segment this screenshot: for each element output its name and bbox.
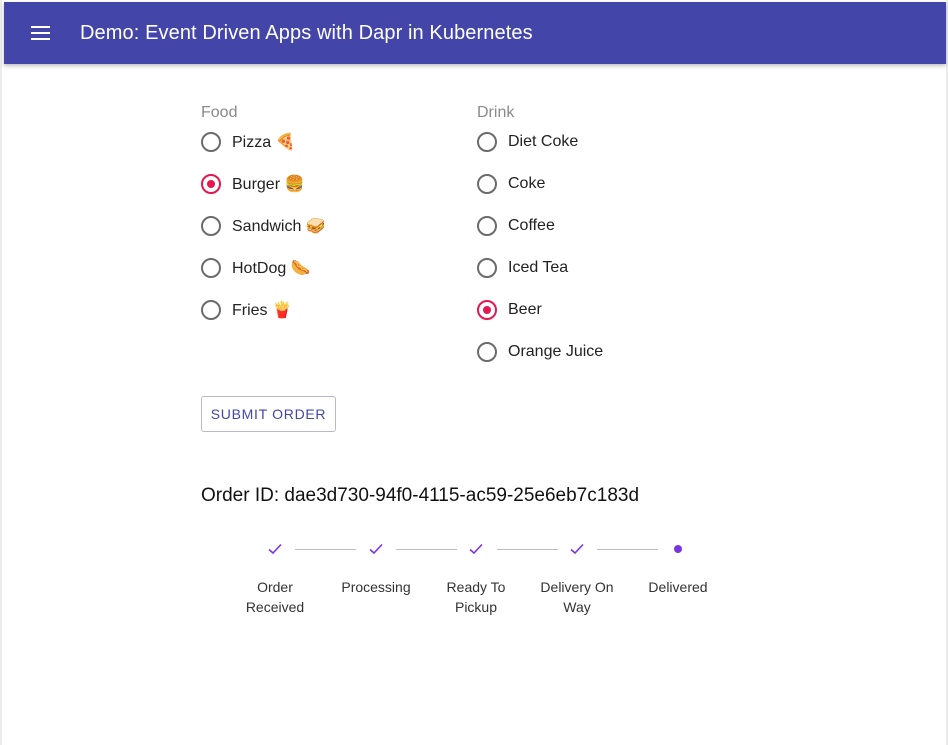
food-group-label: Food bbox=[201, 104, 238, 121]
step-label: Processing bbox=[341, 579, 411, 595]
drink-option-coffee[interactable]: Coffee bbox=[477, 212, 555, 240]
step-connector bbox=[396, 549, 457, 550]
food-option-label: Burger 🍔 bbox=[232, 176, 305, 193]
food-option-label: Sandwich 🥪 bbox=[232, 218, 326, 235]
food-option-hotdog[interactable]: HotDog 🌭 bbox=[201, 254, 311, 282]
check-icon bbox=[265, 539, 285, 559]
check-icon bbox=[466, 539, 486, 559]
drink-option-diet-coke[interactable]: Diet Coke bbox=[477, 128, 578, 156]
step-label: Delivery On Way bbox=[540, 579, 614, 615]
food-option-sandwich[interactable]: Sandwich 🥪 bbox=[201, 212, 326, 240]
drink-option-label: Iced Tea bbox=[508, 259, 569, 276]
submit-order-button[interactable]: SUBMIT ORDER bbox=[201, 396, 336, 432]
app-window: Demo: Event Driven Apps with Dapr in Kub… bbox=[0, 0, 948, 745]
drink-option-label: Beer bbox=[508, 301, 542, 318]
step-connector bbox=[295, 549, 356, 550]
menu-icon[interactable] bbox=[26, 19, 54, 47]
step-label: Ready To Pickup bbox=[446, 579, 506, 615]
food-option-label: HotDog 🌭 bbox=[232, 260, 311, 277]
drink-option-iced-tea[interactable]: Iced Tea bbox=[477, 254, 568, 282]
step-connector bbox=[497, 549, 558, 550]
food-option-label: Fries 🍟 bbox=[232, 302, 292, 319]
app-title: Demo: Event Driven Apps with Dapr in Kub… bbox=[80, 21, 533, 44]
order-id-text: Order ID: dae3d730-94f0-4115-ac59-25e6eb… bbox=[201, 485, 640, 506]
drink-option-beer[interactable]: Beer bbox=[477, 296, 542, 324]
radio-button[interactable] bbox=[477, 216, 497, 236]
radio-button[interactable] bbox=[201, 300, 221, 320]
radio-button[interactable] bbox=[201, 258, 221, 278]
food-option-label: Pizza 🍕 bbox=[232, 134, 296, 151]
food-option-fries[interactable]: Fries 🍟 bbox=[201, 296, 292, 324]
radio-button[interactable] bbox=[201, 216, 221, 236]
drink-option-coke[interactable]: Coke bbox=[477, 170, 545, 198]
step-label: Delivered bbox=[648, 579, 708, 595]
radio-button[interactable] bbox=[477, 132, 497, 152]
order-status-stepper: Order Received Processing Ready To Picku… bbox=[224, 536, 728, 626]
drink-option-orange-juice[interactable]: Orange Juice bbox=[477, 338, 603, 366]
radio-button-checked[interactable] bbox=[477, 300, 497, 320]
radio-button-checked[interactable] bbox=[201, 174, 221, 194]
step-connector bbox=[597, 549, 658, 550]
check-icon bbox=[567, 539, 587, 559]
check-icon bbox=[366, 539, 386, 559]
radio-button[interactable] bbox=[477, 342, 497, 362]
current-step-dot-icon bbox=[668, 539, 688, 559]
radio-button[interactable] bbox=[477, 258, 497, 278]
app-bar: Demo: Event Driven Apps with Dapr in Kub… bbox=[4, 2, 946, 64]
step-label: Order Received bbox=[245, 579, 305, 615]
food-option-burger[interactable]: Burger 🍔 bbox=[201, 170, 304, 198]
drink-option-label: Coffee bbox=[508, 217, 555, 234]
drink-option-label: Orange Juice bbox=[508, 343, 604, 360]
food-option-pizza[interactable]: Pizza 🍕 bbox=[201, 128, 296, 156]
radio-button[interactable] bbox=[201, 132, 221, 152]
radio-button[interactable] bbox=[477, 174, 497, 194]
drink-group-label: Drink bbox=[477, 104, 515, 121]
drink-option-label: Diet Coke bbox=[508, 133, 579, 150]
drink-option-label: Coke bbox=[508, 175, 546, 192]
